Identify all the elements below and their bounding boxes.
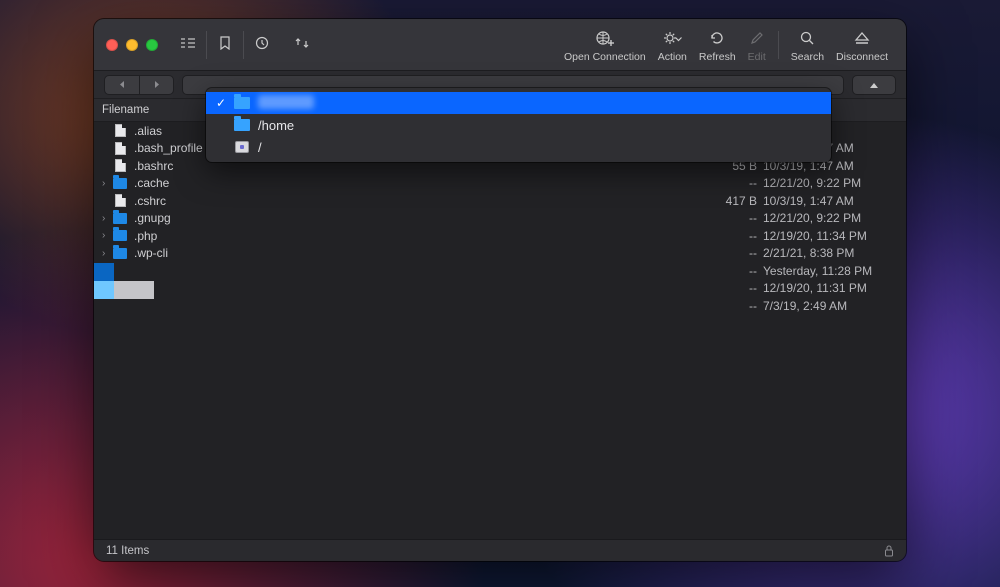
file-row[interactable]: --7/3/19, 2:49 AM xyxy=(94,297,906,315)
file-date: 10/3/19, 1:47 AM xyxy=(763,194,898,208)
status-bar: 11 Items xyxy=(94,539,906,561)
check-icon: ✓ xyxy=(216,96,232,110)
file-size: 417 B xyxy=(708,194,763,208)
file-icon xyxy=(112,159,128,172)
file-size: -- xyxy=(708,246,763,260)
file-row[interactable]: .cshrc417 B10/3/19, 1:47 AM xyxy=(94,192,906,210)
action-label: Action xyxy=(658,51,687,63)
file-row[interactable]: › .gnupg--12/21/20, 9:22 PM xyxy=(94,210,906,228)
file-date: Yesterday, 11:28 PM xyxy=(763,264,898,278)
go-up-button[interactable] xyxy=(852,75,896,95)
column-filename[interactable]: Filename xyxy=(102,104,149,116)
disclosure-triangle[interactable]: › xyxy=(102,178,112,189)
titlebar: Open Connection Action Refresh Edit Sea xyxy=(94,19,906,71)
transfers-button[interactable] xyxy=(288,31,316,55)
path-dropdown-item[interactable]: ✓ xyxy=(206,92,831,114)
nav-history-buttons xyxy=(104,75,174,95)
file-size: -- xyxy=(708,299,763,313)
file-name: .cshrc xyxy=(134,194,708,208)
window-controls xyxy=(106,39,158,51)
folder-icon xyxy=(232,119,252,131)
file-size: -- xyxy=(708,211,763,225)
file-row[interactable]: --12/19/20, 11:31 PM xyxy=(94,280,906,298)
file-date: 7/3/19, 2:49 AM xyxy=(763,299,898,313)
action-button[interactable]: Action xyxy=(658,27,687,63)
close-window-button[interactable] xyxy=(106,39,118,51)
file-icon xyxy=(112,142,128,155)
file-icon xyxy=(112,124,128,137)
file-name: .wp-cli xyxy=(134,246,708,260)
file-row[interactable]: › .php--12/19/20, 11:34 PM xyxy=(94,227,906,245)
edit-label: Edit xyxy=(748,51,766,63)
file-size: -- xyxy=(708,264,763,278)
file-icon xyxy=(112,194,128,207)
view-mode-group xyxy=(174,31,316,59)
toolbar-divider xyxy=(206,31,207,59)
file-date: 12/19/20, 11:31 PM xyxy=(763,281,898,295)
file-name: .php xyxy=(134,229,708,243)
disclosure-triangle[interactable]: › xyxy=(102,213,112,224)
eject-icon xyxy=(854,27,870,49)
path-dropdown-item-label: / xyxy=(258,140,262,155)
file-size: -- xyxy=(708,229,763,243)
refresh-button[interactable]: Refresh xyxy=(699,27,736,63)
edit-button: Edit xyxy=(748,27,766,63)
toolbar-divider xyxy=(778,31,779,59)
file-row[interactable]: --Yesterday, 11:28 PM xyxy=(94,262,906,280)
file-name: .cache xyxy=(134,176,708,190)
app-window: Open Connection Action Refresh Edit Sea xyxy=(94,19,906,561)
forward-button[interactable] xyxy=(139,76,173,94)
path-dropdown-item-label: /home xyxy=(258,118,294,133)
disconnect-button[interactable]: Disconnect xyxy=(836,27,888,63)
globe-plus-icon xyxy=(595,27,615,49)
file-row[interactable]: › .wp-cli--2/21/21, 8:38 PM xyxy=(94,245,906,263)
file-size: -- xyxy=(708,176,763,190)
list-view-button[interactable] xyxy=(174,31,202,55)
search-label: Search xyxy=(791,51,824,63)
refresh-label: Refresh xyxy=(699,51,736,63)
folder-icon xyxy=(112,213,128,224)
bookmark-button[interactable] xyxy=(211,31,239,55)
drive-icon xyxy=(232,141,252,153)
file-date: 12/21/20, 9:22 PM xyxy=(763,176,898,190)
lock-icon xyxy=(884,545,894,557)
minimize-window-button[interactable] xyxy=(126,39,138,51)
path-dropdown-item[interactable]: / xyxy=(206,136,831,158)
gear-icon xyxy=(662,27,682,49)
folder-icon xyxy=(112,248,128,259)
file-date: 12/19/20, 11:34 PM xyxy=(763,229,898,243)
pencil-icon xyxy=(750,27,764,49)
disclosure-triangle[interactable]: › xyxy=(102,248,112,259)
toolbar-divider xyxy=(243,31,244,59)
file-row[interactable]: › .cache--12/21/20, 9:22 PM xyxy=(94,175,906,193)
file-date: 12/21/20, 9:22 PM xyxy=(763,211,898,225)
folder-icon xyxy=(232,97,252,109)
search-button[interactable]: Search xyxy=(791,27,824,63)
file-size: -- xyxy=(708,281,763,295)
back-button[interactable] xyxy=(105,76,139,94)
folder-icon xyxy=(112,230,128,241)
folder-icon xyxy=(112,178,128,189)
zoom-window-button[interactable] xyxy=(146,39,158,51)
file-name: .gnupg xyxy=(134,211,708,225)
search-icon xyxy=(799,27,815,49)
file-date: 2/21/21, 8:38 PM xyxy=(763,246,898,260)
open-connection-button[interactable]: Open Connection xyxy=(564,27,646,63)
refresh-icon xyxy=(709,27,725,49)
disconnect-label: Disconnect xyxy=(836,51,888,63)
path-dropdown-item[interactable]: /home xyxy=(206,114,831,136)
path-dropdown-menu: ✓ /home / xyxy=(206,88,831,162)
item-count: 11 Items xyxy=(106,545,149,557)
file-listing[interactable]: .alias1:47 AM.bash_profile81 B10/3/19, 1… xyxy=(94,122,906,539)
open-connection-label: Open Connection xyxy=(564,51,646,63)
disclosure-triangle[interactable]: › xyxy=(102,230,112,241)
history-button[interactable] xyxy=(248,31,276,55)
path-dropdown-item-label xyxy=(258,95,314,112)
